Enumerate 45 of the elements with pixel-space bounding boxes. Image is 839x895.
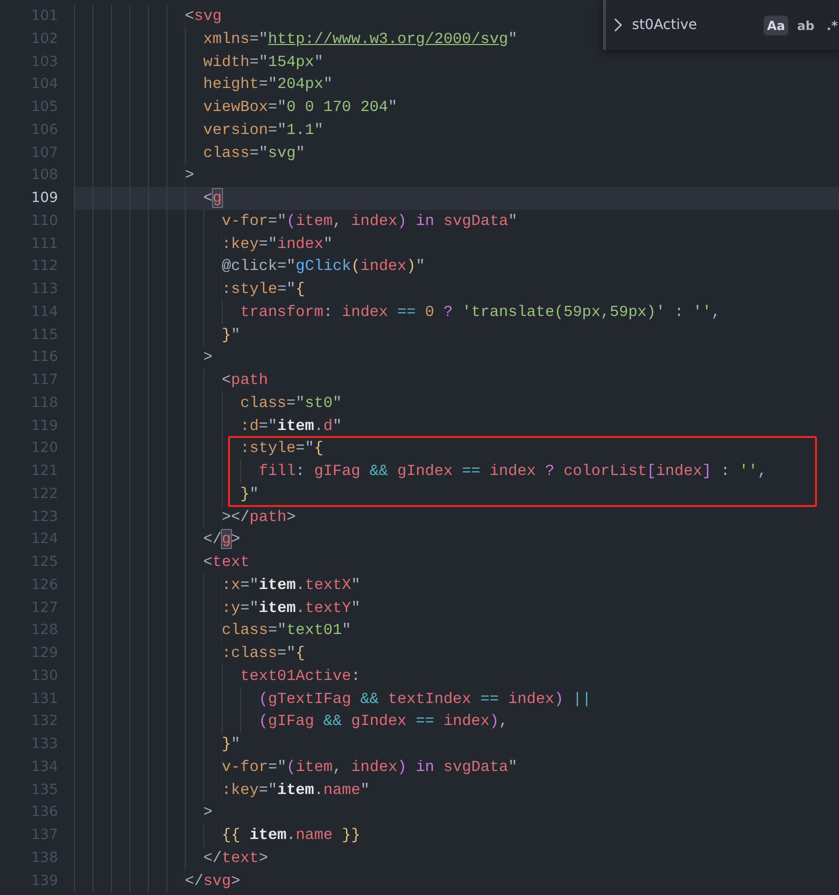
code-line: :key="item.name" xyxy=(222,780,370,800)
code-line: > xyxy=(184,165,194,186)
code-line: v-for="(item, index) in svgData" xyxy=(222,210,518,232)
code-line: (gTextIFag && textIndex == index) || xyxy=(258,688,592,710)
code-line: height="204px" xyxy=(203,74,333,96)
code-line: > xyxy=(203,802,213,824)
code-line: </text> xyxy=(203,848,268,869)
code-line: (gIFag && gIndex == index), xyxy=(258,711,508,732)
code-line: :key="index" xyxy=(222,234,333,254)
code-line: text01Active: xyxy=(240,666,360,687)
code-line: :style="{ xyxy=(222,279,305,300)
code-line: class="text01" xyxy=(222,620,352,642)
code-line: }" xyxy=(222,324,240,346)
code-line: :y="item.textY" xyxy=(222,598,360,618)
code-line: width="154px" xyxy=(203,52,324,72)
code-line: }" xyxy=(222,734,240,755)
code-line: class="svg" xyxy=(203,142,305,164)
code-line: :d="item.d" xyxy=(240,416,342,436)
code-line: <path xyxy=(222,370,268,391)
code-line: :x="item.textX" xyxy=(222,574,360,596)
chevron-icon[interactable] xyxy=(612,18,624,32)
code-line: {{ item.name }} xyxy=(222,825,360,846)
find-input[interactable]: st0Active xyxy=(630,13,758,37)
code-line: <text xyxy=(203,552,250,573)
code-line: }" xyxy=(240,484,259,505)
code-line: @click="gClick(index)" xyxy=(222,256,426,278)
find-option-toggle[interactable]: ab xyxy=(794,16,818,34)
code-line: class="st0" xyxy=(240,392,342,414)
code-line: xmlns="http://www.w3.org/2000/svg" xyxy=(203,28,518,50)
line-number: 109 xyxy=(30,189,58,208)
code-line: :style="{ xyxy=(240,438,324,460)
code-line: viewBox="0 0 170 204" xyxy=(203,97,398,118)
code-line: transform: index == 0 ? 'translate(59px,59px)' : '', xyxy=(240,302,721,323)
code-line: <g xyxy=(203,188,222,209)
code-line: v-for="(item, index) in svgData" xyxy=(222,756,518,778)
find-option-toggle[interactable]: Aa xyxy=(764,16,788,34)
code-line: ></path> xyxy=(222,506,296,528)
code-line: :class="{ xyxy=(222,643,305,664)
code-line: > xyxy=(203,347,213,368)
code-line: fill: gIFag && gIndex == index ? colorList[index] : '', xyxy=(258,461,767,482)
find-option-toggle[interactable]: .* xyxy=(824,16,839,34)
code-line: version="1.1" xyxy=(203,120,324,141)
code-line: </g> xyxy=(203,529,240,550)
code-line: <svg xyxy=(184,6,222,27)
code-line: </svg> xyxy=(184,870,240,892)
